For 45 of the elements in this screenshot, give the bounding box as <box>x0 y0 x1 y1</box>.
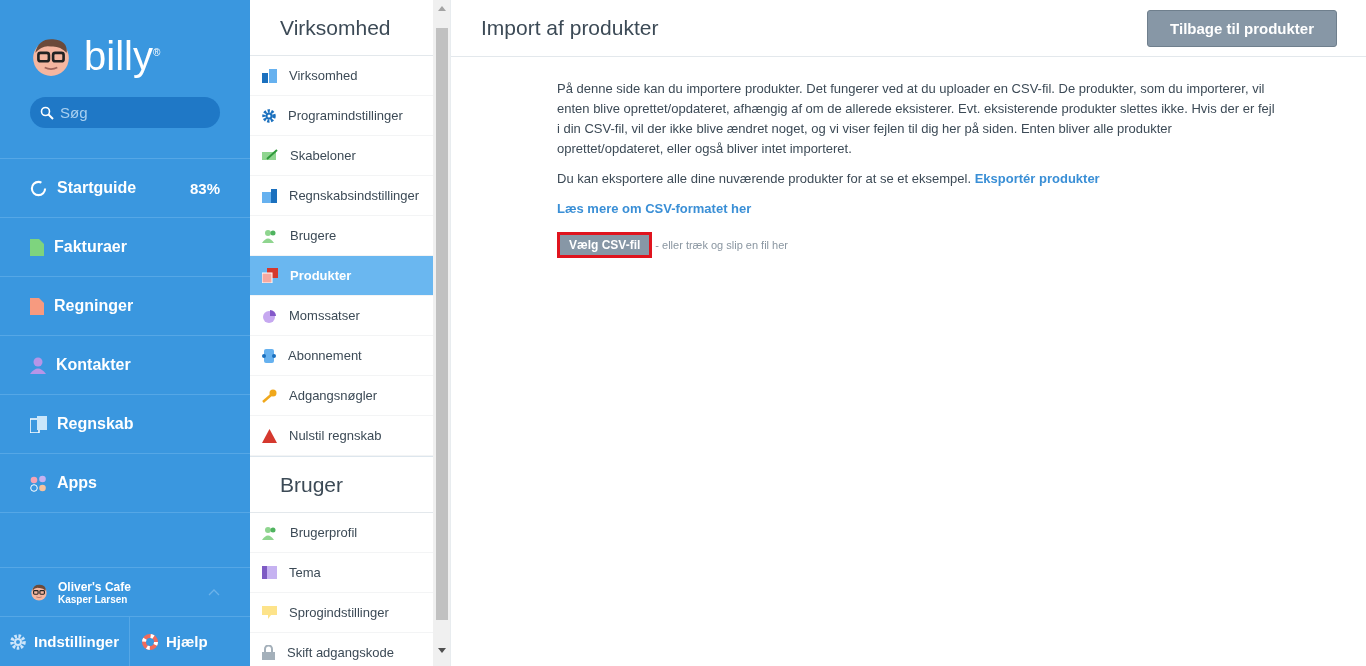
export-link[interactable]: Eksportér produkter <box>974 171 1100 186</box>
gear-icon <box>262 108 276 123</box>
ticket-icon <box>262 348 276 363</box>
pencil-note-icon <box>262 148 278 163</box>
scrollbar[interactable] <box>433 0 450 666</box>
bars-icon <box>262 68 277 83</box>
footer-button[interactable]: Indstillinger <box>0 617 129 666</box>
drop-hint: - eller træk og slip en fil her <box>655 238 788 253</box>
user-name: Kasper Larsen <box>58 593 129 605</box>
format-link[interactable]: Læs mere om CSV-formatet her <box>557 201 752 216</box>
document-icon <box>30 238 44 256</box>
speech-bubble-icon <box>262 606 277 619</box>
avatar-icon <box>30 583 48 601</box>
back-button[interactable]: Tilbage til produkter <box>1147 9 1337 47</box>
users-icon <box>262 525 278 540</box>
search-field[interactable]: Søg <box>30 97 220 128</box>
upload-button[interactable]: Vælg CSV-fil <box>560 235 650 255</box>
logo-text: billy$^{®}$ <box>84 33 161 79</box>
squares-icon <box>262 268 278 283</box>
person-icon <box>30 356 46 374</box>
organization-name: Oliver's Cafe <box>58 579 131 594</box>
warning-icon <box>262 428 277 443</box>
chevron-up-icon <box>208 588 220 596</box>
progress-percent: 83% <box>189 179 220 197</box>
scrollbar-thumb[interactable] <box>435 28 448 620</box>
pie-icon <box>262 308 277 323</box>
scroll-up-icon <box>437 6 446 11</box>
page-title: Import af produkter <box>481 16 659 40</box>
users-icon <box>262 228 278 243</box>
progress-ring-icon <box>30 179 47 197</box>
pages-icon <box>30 415 47 433</box>
export-text: Du kan eksportere alle dine nuværende produkter for at se et eksempel. Eksportér produkter <box>557 170 1101 188</box>
settings-menu-item[interactable]: Produkter <box>250 256 433 296</box>
dots-icon <box>30 474 47 492</box>
lifebuoy-icon <box>142 633 158 650</box>
description-text: På denne side kan du importere produkter. Det fungerer ved at du uploader en CSV-fil. De produkter, som du importerer, vil enten blive oprettet/opdateret, afhængig af om de allerede eksisterer. Evt. eksisterende produkter slettes ikke. Hvis der er fejl i din CSV-fil, vil der ikke blive ændret noget, og vi viser fejlen til dig her på siden. Enten bliver alle produkter oprettet/opdateret, eller også bliver intet importeret. <box>557 80 1276 158</box>
scroll-down-icon <box>437 648 446 653</box>
settings-icon <box>10 633 26 650</box>
document-icon <box>30 297 44 315</box>
pages-icon <box>262 188 277 203</box>
palette-icon <box>262 566 277 579</box>
key-icon <box>262 388 277 403</box>
footer-button[interactable]: Hjælp <box>129 617 218 666</box>
organization-switcher[interactable]: Oliver's Cafe Kasper Larsen <box>0 567 250 616</box>
lock-icon <box>262 645 275 660</box>
